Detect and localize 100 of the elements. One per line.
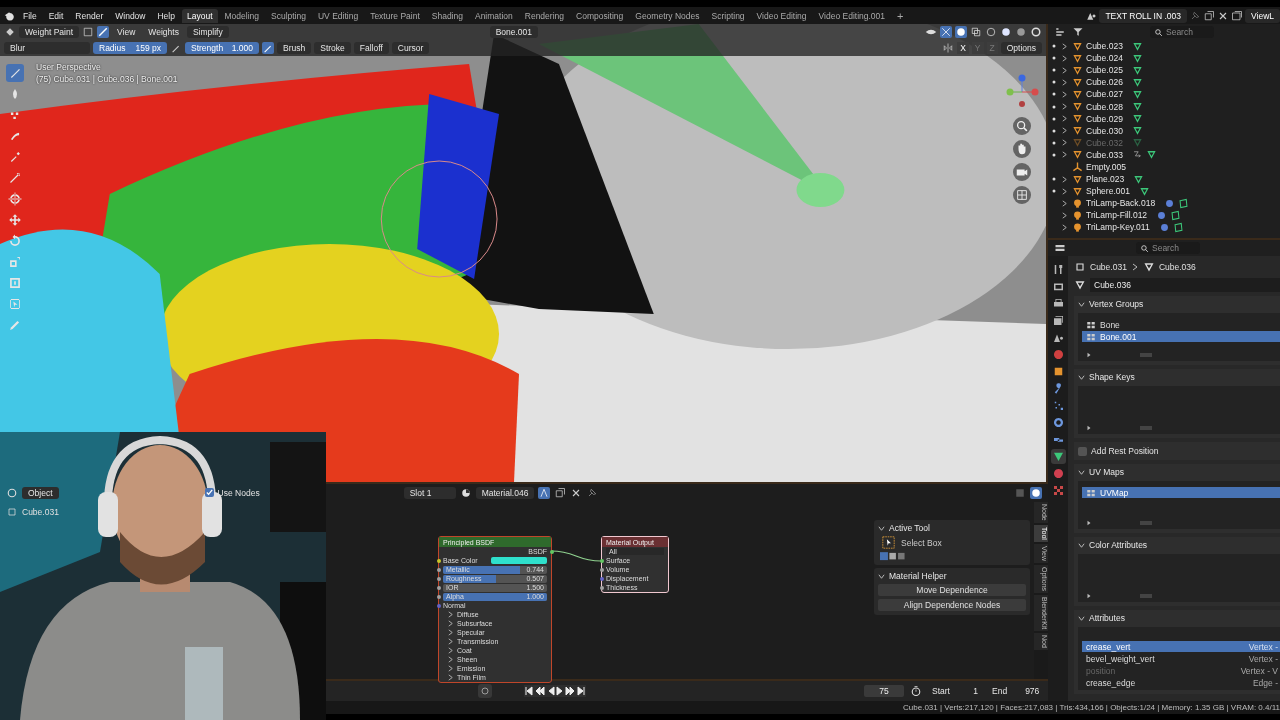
menu-item[interactable]: Help: [152, 9, 180, 22]
workspace-tab[interactable]: UV Editing: [312, 8, 364, 23]
outliner-row[interactable]: Plane.023: [1048, 173, 1280, 186]
stopwatch-icon[interactable]: [910, 685, 922, 697]
outliner-row[interactable]: Cube.030: [1048, 124, 1280, 137]
workspace-tab[interactable]: Animation: [469, 8, 518, 23]
outliner-row[interactable]: Cube.024: [1048, 52, 1280, 65]
light-bulb-icon: [1072, 197, 1083, 209]
panel-title[interactable]: Attributes: [1089, 613, 1125, 623]
chevron-down-icon[interactable]: [1078, 468, 1085, 476]
outliner-row[interactable]: Cube.027: [1048, 88, 1280, 101]
material-slot-icon: [1172, 221, 1184, 233]
resize-grip-icon[interactable]: [1140, 426, 1152, 430]
mesh-data-icon: [1131, 101, 1143, 112]
chevron-down-icon[interactable]: [878, 524, 885, 532]
pin-icon[interactable]: [1189, 9, 1201, 22]
workspace-tab[interactable]: Modeling: [219, 8, 264, 23]
outliner-row[interactable]: TriLamp-Fill.012: [1048, 209, 1280, 222]
panel-title[interactable]: UV Maps: [1089, 467, 1124, 477]
editor-type-icon[interactable]: [1054, 242, 1066, 254]
copy-icon[interactable]: [554, 486, 567, 499]
list-item[interactable]: Bone.001: [1082, 331, 1280, 342]
overlay-circles-icon[interactable]: [1030, 486, 1042, 499]
panel-title[interactable]: Color Attributes: [1089, 540, 1148, 550]
outliner-row[interactable]: Cube.023: [1048, 40, 1280, 53]
workspace-tab[interactable]: Scripting: [706, 8, 750, 23]
mesh-name-field[interactable]: Cube.036: [1090, 278, 1280, 292]
workspace-tab[interactable]: Shading: [426, 8, 468, 23]
helper-button[interactable]: Align Dependence Nodes: [878, 599, 1026, 611]
search-field[interactable]: Search: [1150, 26, 1214, 38]
menu-item[interactable]: Edit: [43, 9, 69, 22]
chevron-down-icon[interactable]: [1078, 614, 1085, 622]
expand-triangle-icon[interactable]: [1086, 520, 1092, 526]
view-layer-field[interactable]: ViewL: [1245, 8, 1280, 23]
outliner-row[interactable]: Empty.005: [1048, 160, 1280, 174]
list-item[interactable]: crease_edge Edge -: [1082, 677, 1280, 688]
list-item[interactable]: bevel_weight_vert Vertex -: [1082, 653, 1280, 664]
playback-controls-icon[interactable]: [524, 685, 586, 697]
outliner-row[interactable]: Cube.029: [1048, 112, 1280, 125]
menu-item[interactable]: File: [18, 9, 42, 22]
expand-triangle-icon[interactable]: [1086, 593, 1092, 599]
group-icon: [1086, 487, 1096, 498]
end-frame-field[interactable]: End 976: [988, 685, 1042, 697]
resize-grip-icon[interactable]: [1140, 594, 1152, 598]
menu-item[interactable]: Window: [110, 9, 151, 22]
workspace-tab[interactable]: Rendering: [519, 8, 569, 23]
add-workspace-button[interactable]: +: [892, 7, 909, 24]
list-item[interactable]: UVMap: [1082, 487, 1280, 498]
resize-grip-icon[interactable]: [1140, 521, 1152, 525]
workspace-tab[interactable]: Texture Paint: [365, 8, 425, 23]
expand-triangle-icon[interactable]: [1086, 425, 1092, 431]
workspace-tab[interactable]: Video Editing.001: [813, 8, 890, 23]
resize-grip-icon[interactable]: [1140, 353, 1152, 357]
outliner-row[interactable]: Sphere.001: [1048, 185, 1280, 198]
workspace-tab[interactable]: Sculpting: [266, 8, 311, 23]
scene-name-field[interactable]: TEXT ROLL IN .003: [1099, 8, 1187, 23]
record-icon[interactable]: [478, 684, 492, 698]
mesh-data-icon: [1131, 52, 1143, 64]
start-frame-field[interactable]: Start 1: [928, 685, 982, 697]
pin-icon[interactable]: [586, 486, 599, 499]
chevron-down-icon[interactable]: [1078, 373, 1085, 381]
outliner-row[interactable]: Cube.028: [1048, 100, 1280, 113]
modifier-icon: [1131, 149, 1143, 161]
filter-icon[interactable]: [1072, 26, 1084, 38]
panel-title[interactable]: Vertex Groups: [1089, 299, 1144, 309]
outliner-row[interactable]: TriLamp-Back.018: [1048, 197, 1280, 210]
workspace-tab[interactable]: Video Editing: [751, 8, 812, 23]
helper-button[interactable]: Move Dependence: [878, 584, 1026, 596]
color-swatch[interactable]: [491, 557, 547, 564]
outliner-row[interactable]: Cube.033: [1048, 148, 1280, 161]
workspace-tab[interactable]: Geometry Nodes: [630, 8, 705, 23]
chevron-down-icon[interactable]: [1078, 300, 1085, 308]
mesh-data-icon[interactable]: [1074, 279, 1086, 291]
outliner-row[interactable]: TriLamp-Key.011: [1048, 221, 1280, 234]
outliner-row[interactable]: Cube.025: [1048, 64, 1280, 77]
material-name-field[interactable]: Material.046: [475, 486, 535, 499]
expand-triangle-icon[interactable]: [1086, 352, 1092, 358]
material-browse-icon[interactable]: [459, 486, 472, 499]
panel-title[interactable]: Active Tool: [889, 523, 930, 533]
menu-item[interactable]: Render: [70, 9, 109, 22]
copy-icon[interactable]: [1203, 9, 1215, 22]
light-bulb-icon: [1072, 209, 1083, 221]
panel-title[interactable]: Shape Keys: [1089, 372, 1135, 382]
list-item[interactable]: Bone: [1082, 319, 1280, 330]
fake-user-icon[interactable]: [538, 486, 551, 499]
chevron-down-icon[interactable]: [1078, 541, 1085, 549]
selection-mode-icons[interactable]: [880, 552, 906, 561]
current-frame-field[interactable]: 75: [864, 685, 904, 697]
search-field[interactable]: Search: [1136, 242, 1200, 254]
workspace-tab[interactable]: Layout: [181, 8, 218, 23]
workspace-tab[interactable]: Compositing: [571, 8, 629, 23]
list-item[interactable]: crease_vert Vertex -: [1082, 641, 1280, 652]
slot-dropdown[interactable]: Slot 1: [403, 486, 456, 499]
chevron-down-icon[interactable]: [878, 572, 885, 580]
view-layer-icon[interactable]: [1231, 9, 1243, 22]
panel-title[interactable]: Material Helper: [889, 571, 947, 581]
mesh-data-icon: [1131, 64, 1143, 76]
display-mode-icon[interactable]: [1054, 26, 1066, 38]
mesh-triangle-icon[interactable]: [1050, 449, 1066, 464]
outliner-row[interactable]: Cube.026: [1048, 76, 1280, 89]
